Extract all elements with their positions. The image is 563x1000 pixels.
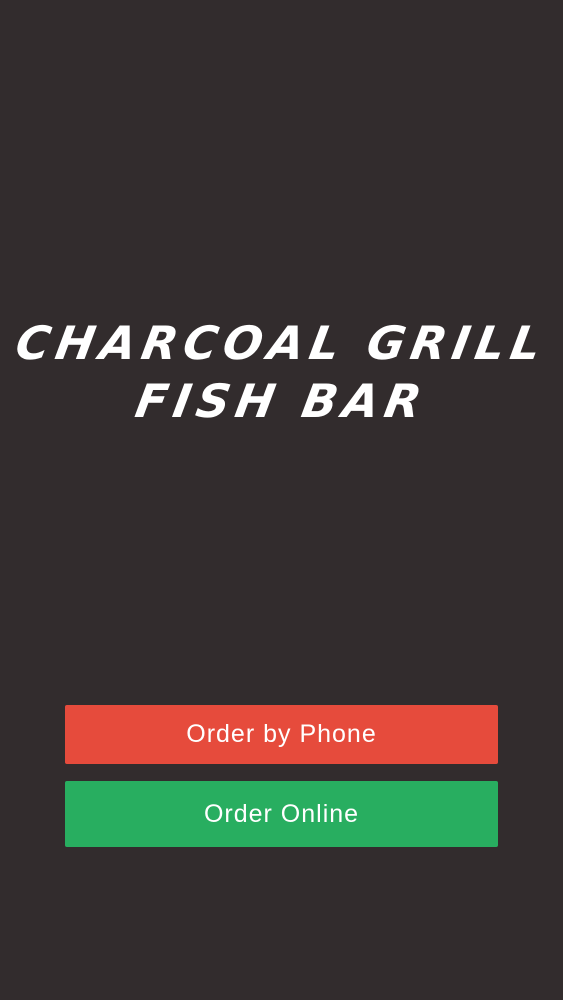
order-by-phone-button[interactable]: Order by Phone [65, 705, 498, 764]
splash-screen: CHARCOAL GRILL FISH BAR Order by Phone O… [0, 0, 563, 1000]
logo-line-1: CHARCOAL GRILL [11, 316, 552, 370]
order-online-button[interactable]: Order Online [65, 781, 498, 847]
logo-line-2: FISH BAR [131, 374, 432, 428]
restaurant-logo: CHARCOAL GRILL FISH BAR [0, 310, 563, 440]
